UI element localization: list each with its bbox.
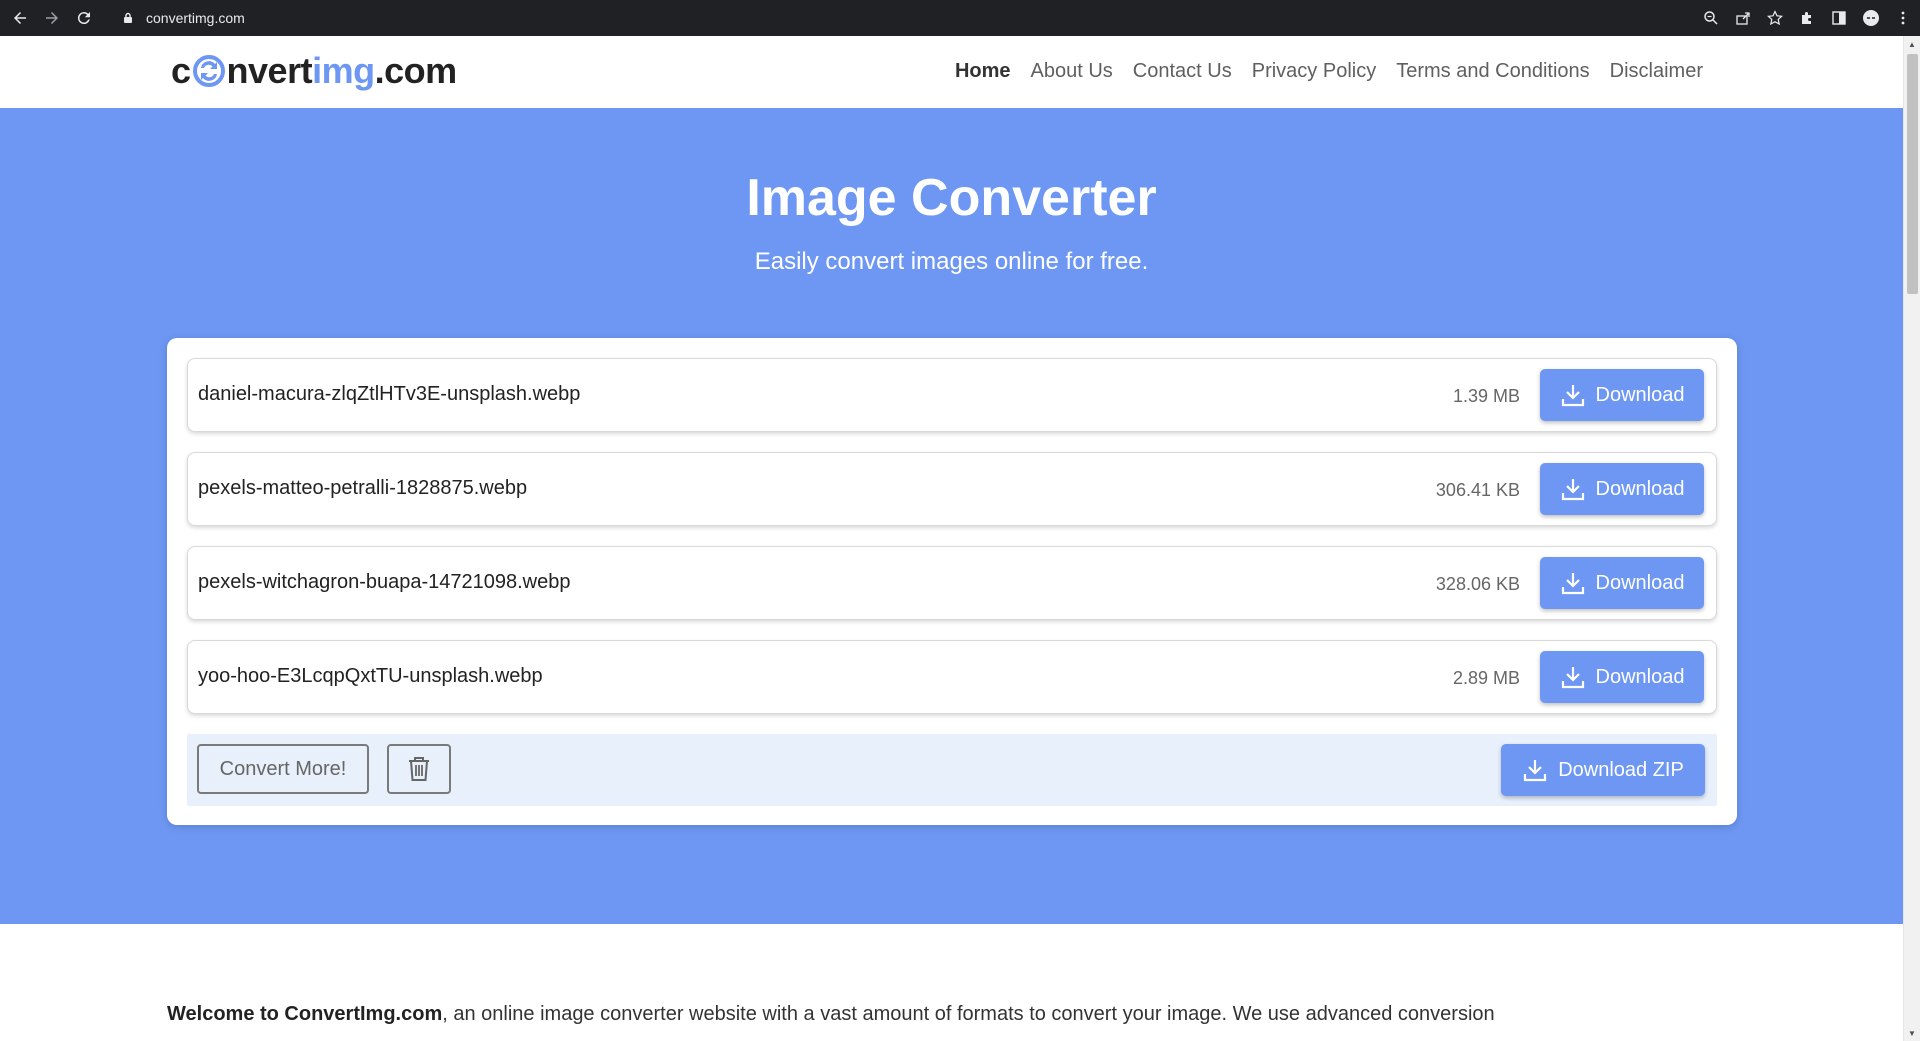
download-zip-label: Download ZIP (1558, 758, 1684, 781)
download-button[interactable]: Download (1540, 557, 1704, 609)
file-name: pexels-witchagron-buapa-14721098.webp (198, 571, 571, 593)
main-nav: Home About Us Contact Us Privacy Policy … (955, 60, 1703, 83)
page-title: Image Converter (746, 169, 1157, 227)
file-size: 328.06 KB (1435, 574, 1520, 594)
reload-icon (77, 12, 90, 25)
back-arrow-icon (14, 12, 26, 24)
action-bar: Convert More! Download ZIP (187, 734, 1717, 806)
lock-icon (124, 12, 132, 23)
scrollbar-thumb[interactable] (1907, 54, 1918, 294)
nav-terms-and-conditions[interactable]: Terms and Conditions (1396, 60, 1589, 83)
reload-button[interactable] (68, 0, 100, 36)
logo-mid: nvert (226, 50, 313, 91)
convert-arrows-icon (192, 55, 225, 87)
download-label: Download (1595, 665, 1685, 688)
download-button[interactable]: Download (1540, 369, 1704, 421)
browser-actions (1702, 0, 1912, 36)
page-subtitle: Easily convert images online for free. (754, 248, 1149, 275)
side-panel-icon[interactable] (1830, 9, 1848, 27)
converter-card: daniel-macura-zlqZtlHTv3E-unsplash.webp … (167, 338, 1737, 825)
welcome-bold: Welcome to ConvertImg.com (167, 1003, 443, 1025)
forward-arrow-icon (46, 12, 58, 24)
url-text: convertimg.com (146, 10, 245, 26)
bookmark-star-icon[interactable] (1766, 9, 1784, 27)
nav-home[interactable]: Home (955, 60, 1011, 83)
nav-disclaimer[interactable]: Disclaimer (1610, 60, 1703, 83)
browser-toolbar: convertimg.com (0, 0, 1920, 36)
file-row: pexels-witchagron-buapa-14721098.webp 32… (187, 546, 1717, 620)
page-scrollbar[interactable]: ▲ ▼ (1903, 36, 1920, 1041)
file-name: yoo-hoo-E3LcqpQxtTU-unsplash.webp (198, 665, 543, 687)
download-icon (1561, 385, 1584, 407)
file-size: 306.41 KB (1435, 480, 1520, 500)
download-button[interactable]: Download (1540, 651, 1704, 703)
file-size: 2.89 MB (1452, 668, 1520, 688)
welcome-text: , an online image converter website with… (442, 1003, 1495, 1025)
zoom-icon[interactable] (1702, 9, 1720, 27)
download-label: Download (1595, 383, 1685, 406)
logo-suffix: .com (374, 50, 458, 91)
forward-button[interactable] (36, 0, 68, 36)
convert-more-button[interactable]: Convert More! (197, 744, 369, 794)
scroll-down-icon[interactable]: ▼ (1904, 1025, 1920, 1041)
download-icon (1561, 573, 1584, 595)
logo-highlight: img (312, 50, 375, 91)
file-size: 1.39 MB (1452, 386, 1520, 406)
address-bar[interactable]: convertimg.com (110, 4, 1670, 32)
menu-kebab-icon[interactable] (1894, 9, 1912, 27)
share-icon[interactable] (1734, 9, 1752, 27)
clear-all-button[interactable] (387, 744, 451, 794)
profile-avatar-icon[interactable] (1862, 9, 1880, 27)
nav-about-us[interactable]: About Us (1031, 60, 1113, 83)
download-icon (1524, 760, 1547, 782)
welcome-paragraph: Welcome to ConvertImg.com, an online ima… (167, 1000, 1737, 1028)
download-label: Download (1595, 571, 1685, 594)
site-logo[interactable]: c nvert img .com (171, 50, 457, 92)
back-button[interactable] (4, 0, 36, 36)
extensions-puzzle-icon[interactable] (1798, 9, 1816, 27)
scroll-up-icon[interactable]: ▲ (1904, 36, 1920, 52)
nav-contact-us[interactable]: Contact Us (1133, 60, 1232, 83)
nav-privacy-policy[interactable]: Privacy Policy (1252, 60, 1376, 83)
download-icon (1561, 667, 1584, 689)
logo-prefix: c (171, 50, 191, 91)
file-row: pexels-matteo-petralli-1828875.webp 306.… (187, 452, 1717, 526)
trash-icon (409, 757, 429, 781)
site-header: c nvert img .com Home About Us Contact U… (0, 36, 1903, 108)
file-name: pexels-matteo-petralli-1828875.webp (198, 477, 528, 499)
download-button[interactable]: Download (1540, 463, 1704, 515)
download-icon (1561, 479, 1584, 501)
download-zip-button[interactable]: Download ZIP (1501, 744, 1705, 796)
download-label: Download (1595, 477, 1685, 500)
file-row: daniel-macura-zlqZtlHTv3E-unsplash.webp … (187, 358, 1717, 432)
file-name: daniel-macura-zlqZtlHTv3E-unsplash.webp (198, 383, 581, 405)
file-row: yoo-hoo-E3LcqpQxtTU-unsplash.webp 2.89 M… (187, 640, 1717, 714)
